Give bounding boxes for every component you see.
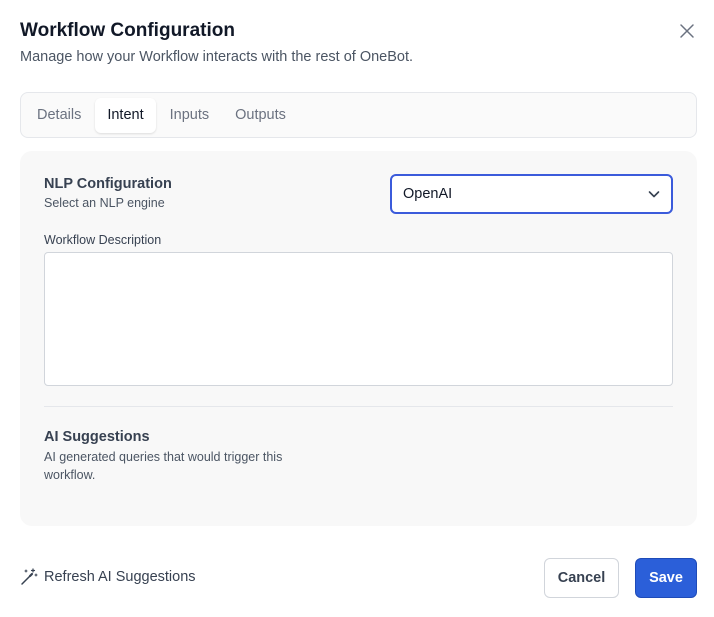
workflow-description-label: Workflow Description <box>44 233 162 247</box>
nlp-config-title: NLP Configuration <box>44 176 172 192</box>
nlp-engine-select[interactable]: OpenAI <box>390 174 673 214</box>
tab-inputs[interactable]: Inputs <box>158 98 222 133</box>
tab-bar: Details Intent Inputs Outputs <box>20 92 697 138</box>
dialog-subtitle: Manage how your Workflow interacts with … <box>20 49 414 65</box>
workflow-description-input[interactable] <box>44 252 673 386</box>
close-icon <box>680 24 694 38</box>
refresh-ai-suggestions-label: Refresh AI Suggestions <box>44 569 196 585</box>
chevron-down-icon <box>648 191 660 198</box>
nlp-engine-selected-value: OpenAI <box>403 186 453 202</box>
magic-wand-icon <box>21 568 38 585</box>
section-divider <box>44 406 673 407</box>
save-button[interactable]: Save <box>635 558 697 598</box>
tab-intent[interactable]: Intent <box>95 97 156 133</box>
intent-panel: NLP Configuration Select an NLP engine O… <box>20 151 697 526</box>
workflow-config-dialog: Workflow Configuration Manage how your W… <box>0 0 714 617</box>
ai-suggestions-title: AI Suggestions <box>44 429 150 445</box>
close-button[interactable] <box>674 18 700 44</box>
dialog-title: Workflow Configuration <box>20 20 235 41</box>
nlp-config-subtitle: Select an NLP engine <box>44 196 165 210</box>
ai-suggestions-subtitle: AI generated queries that would trigger … <box>44 450 283 482</box>
cancel-button[interactable]: Cancel <box>544 558 619 598</box>
tab-outputs[interactable]: Outputs <box>223 98 298 133</box>
refresh-ai-suggestions-button[interactable]: Refresh AI Suggestions <box>20 568 196 586</box>
tab-details[interactable]: Details <box>25 98 93 133</box>
